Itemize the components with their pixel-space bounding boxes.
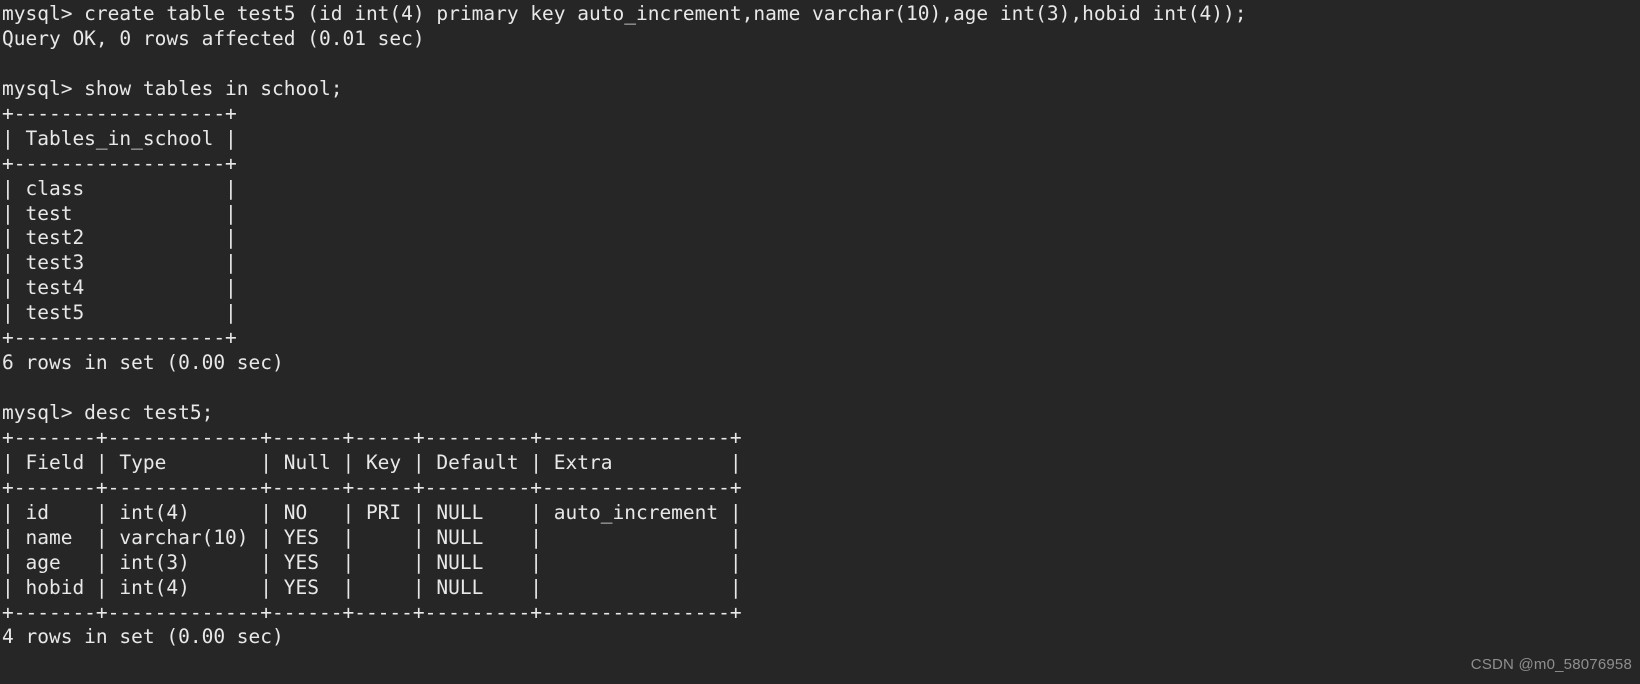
csdn-watermark: CSDN @m0_58076958	[1470, 656, 1632, 674]
table-header-row: | Tables_in_school |	[2, 126, 237, 150]
terminal-window[interactable]: mysql> create table test5 (id int(4) pri…	[0, 0, 1640, 684]
desc-table-row: | hobid | int(4) | YES | | NULL | |	[2, 575, 742, 599]
table-row: | test5 |	[2, 301, 237, 325]
table-border-header: +------------------+	[2, 151, 237, 175]
desc-table-border-top: +-------+-------------+------+-----+----…	[2, 425, 742, 449]
status-rows-in-set: 6 rows in set (0.00 sec)	[2, 351, 284, 375]
table-border-top: +------------------+	[2, 101, 237, 125]
command-line-create-table: mysql> create table test5 (id int(4) pri…	[2, 2, 1247, 25]
desc-table-header-row: | Field | Type | Null | Key | Default | …	[2, 450, 742, 474]
desc-table-row: | age | int(3) | YES | | NULL | |	[2, 550, 742, 574]
desc-table-row: | name | varchar(10) | YES | | NULL | |	[2, 525, 742, 549]
table-row: | test |	[2, 201, 237, 225]
output-query-ok: Query OK, 0 rows affected (0.01 sec)	[2, 26, 425, 50]
desc-table-border-bottom: +-------+-------------+------+-----+----…	[2, 600, 742, 624]
desc-table-row: | id | int(4) | NO | PRI | NULL | auto_i…	[2, 500, 742, 524]
table-row: | test4 |	[2, 276, 237, 300]
table-row: | test3 |	[2, 251, 237, 275]
desc-table-border-header: +-------+-------------+------+-----+----…	[2, 475, 742, 499]
table-row: | test2 |	[2, 226, 237, 250]
command-line-show-tables: mysql> show tables in school;	[2, 76, 343, 100]
table-row: | class |	[2, 176, 237, 200]
table-border-bottom: +------------------+	[2, 326, 237, 350]
status-rows-in-set: 4 rows in set (0.00 sec)	[2, 625, 284, 649]
command-line-desc-test5: mysql> desc test5;	[2, 401, 214, 424]
